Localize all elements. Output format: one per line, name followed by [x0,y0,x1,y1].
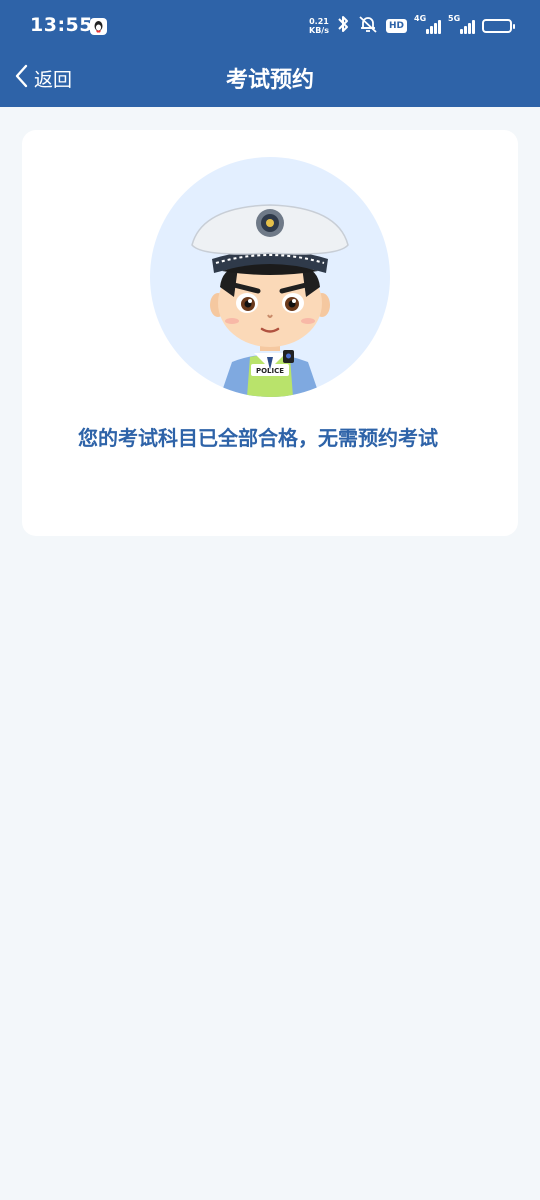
qq-notification-icon [90,18,107,35]
net-speed: 0.21 KB/s [309,17,329,35]
battery-icon: 98 [482,19,515,33]
nav-bar: 返回 考试预约 [0,52,540,107]
signal-4g-icon: 4G [414,14,441,34]
net-speed-unit: KB/s [309,26,329,35]
police-avatar: POLICE [150,157,390,397]
page-title: 考试预约 [225,68,314,93]
bluetooth-icon [336,14,350,38]
battery-level: 98 [490,21,504,31]
exam-status-message: 您的考试科目已全部合格，无需预约考试 [78,426,438,450]
status-bar: 13:55 0.21 KB/s HD 4G 5G 98 [0,0,540,52]
status-icons: 0.21 KB/s HD 4G 5G 98 [309,14,515,38]
result-card: POLICE 您的考试科目已全部合格，无需预约考试 [22,130,518,536]
signal-5g-icon: 5G [448,14,475,34]
hd-voice-icon: HD [385,19,407,33]
network-type-5g: 5G [448,14,461,23]
status-time: 13:55 [30,14,93,36]
top-bar: 13:55 0.21 KB/s HD 4G 5G 98 返回 考试预约 [0,0,540,107]
mute-bell-icon [357,14,379,38]
net-speed-value: 0.21 [309,17,329,26]
network-type-4g: 4G [414,14,427,23]
